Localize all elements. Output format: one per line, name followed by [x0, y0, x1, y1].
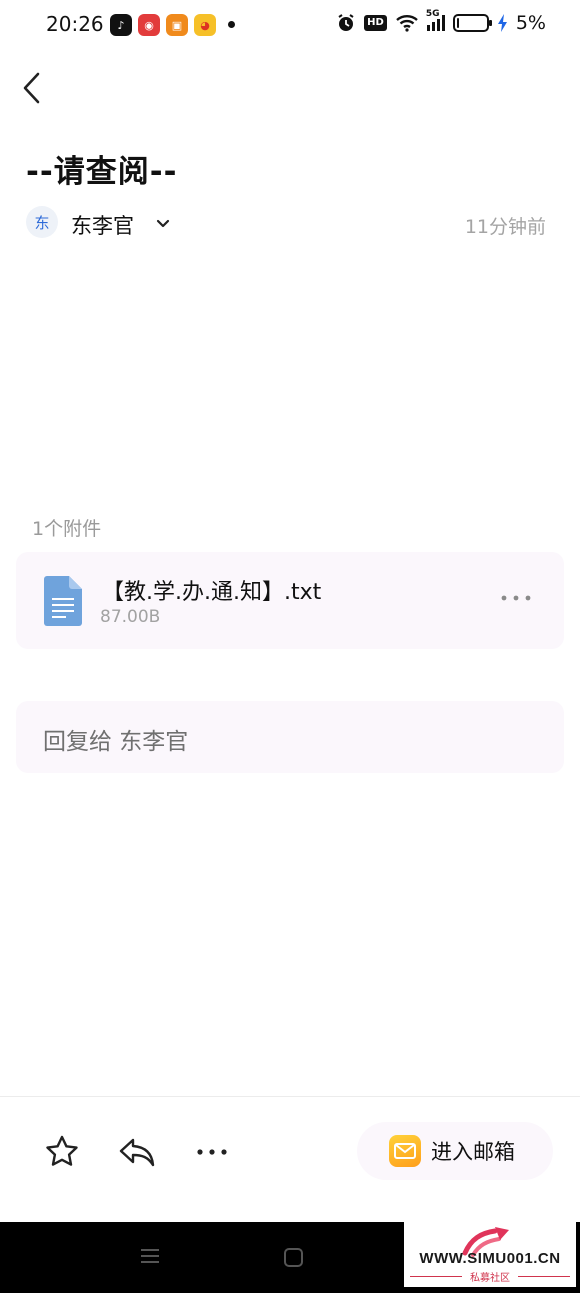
battery-icon [452, 14, 492, 32]
status-time: 20:26 [46, 12, 104, 36]
sender-name[interactable]: 东李官 [71, 210, 134, 240]
alarm-icon [338, 14, 354, 31]
attachment-filesize: 87.00B [100, 607, 161, 627]
sender-avatar[interactable]: 东 [26, 206, 58, 238]
mail-app-icon [389, 1135, 421, 1167]
chevron-down-icon[interactable] [156, 218, 170, 230]
hd-icon: HD [364, 15, 387, 31]
wifi-icon [396, 15, 418, 32]
battery-percent: 5% [515, 12, 546, 34]
toolbar-divider [0, 1096, 580, 1097]
open-mailbox-button[interactable]: 进入邮箱 [357, 1122, 553, 1180]
star-icon[interactable] [44, 1134, 80, 1170]
watermark-divider-right [518, 1276, 570, 1277]
watermark-site: WWW.SIMU001.CN [419, 1250, 561, 1267]
bubble-app-icon: ◉ [138, 14, 160, 36]
charging-icon [497, 14, 507, 32]
watermark: WWW.SIMU001.CN 私募社区 [404, 1221, 576, 1287]
signal-icon: 5G [426, 9, 445, 31]
text-file-icon [44, 576, 82, 626]
attachment-filename: 【教.学.办.通.知】.txt [102, 580, 322, 605]
tiktok-icon: ♪ [110, 14, 132, 36]
recent-apps-icon[interactable] [140, 1246, 160, 1266]
weibo-icon: ◕ [194, 14, 216, 36]
more-icon[interactable] [194, 1142, 230, 1162]
sent-time: 11分钟前 [464, 216, 546, 238]
attachment-count: 1个附件 [32, 518, 102, 540]
mail-subject: --请查阅-- [26, 154, 178, 190]
back-button[interactable] [18, 68, 50, 108]
more-options-icon[interactable] [496, 588, 536, 608]
reply-placeholder: 回复给 东李官 [43, 729, 189, 755]
open-mailbox-label: 进入邮箱 [431, 1140, 515, 1164]
back-arrow-icon [23, 72, 40, 104]
network-type-label: 5G [425, 9, 440, 19]
status-indicators: HD 5G 5% [336, 9, 546, 34]
reply-icon[interactable] [118, 1136, 156, 1168]
orange-app-icon: ▣ [166, 14, 188, 36]
home-icon[interactable] [284, 1248, 303, 1267]
notification-dot [228, 21, 235, 28]
status-bar: 20:26 ♪ ◉ ▣ ◕ HD 5G 5% [0, 0, 580, 52]
reply-input[interactable]: 回复给 东李官 [16, 701, 564, 773]
attachment-item[interactable]: 【教.学.办.通.知】.txt 87.00B [16, 552, 564, 649]
